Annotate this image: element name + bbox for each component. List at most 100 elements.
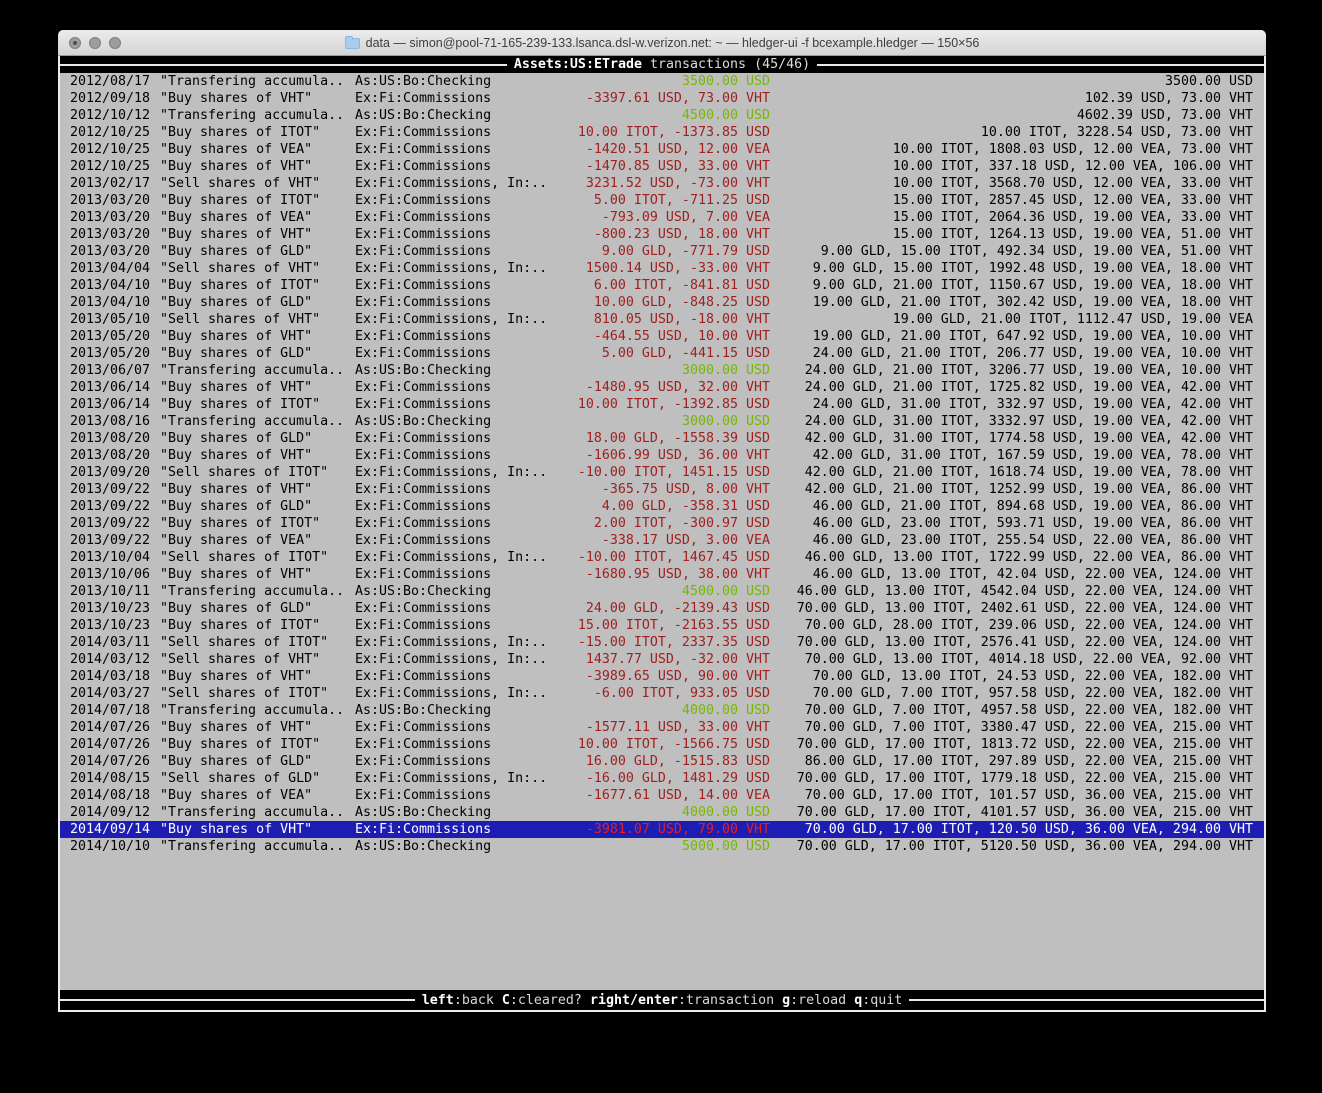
transaction-row[interactable]: 2013/09/22 "Buy shares of GLD" Ex:Fi:Com… bbox=[60, 498, 1264, 515]
cell-other-accounts: Ex:Fi:Commissions bbox=[355, 396, 555, 413]
transaction-row[interactable]: 2013/03/20 "Buy shares of VHT" Ex:Fi:Com… bbox=[60, 226, 1264, 243]
cell-other-accounts: Ex:Fi:Commissions bbox=[355, 209, 555, 226]
transaction-row[interactable]: 2013/06/07 "Transfering accumula.. As:US… bbox=[60, 362, 1264, 379]
transaction-row[interactable]: 2014/03/18 "Buy shares of VHT" Ex:Fi:Com… bbox=[60, 668, 1264, 685]
transaction-row[interactable]: 2013/10/11 "Transfering accumula.. As:US… bbox=[60, 583, 1264, 600]
transaction-row[interactable]: 2013/09/20 "Sell shares of ITOT" Ex:Fi:C… bbox=[60, 464, 1264, 481]
transaction-row[interactable]: 2012/10/25 "Buy shares of VEA" Ex:Fi:Com… bbox=[60, 141, 1264, 158]
transaction-row[interactable]: 2014/07/26 "Buy shares of GLD" Ex:Fi:Com… bbox=[60, 753, 1264, 770]
transaction-row[interactable]: 2013/10/04 "Sell shares of ITOT" Ex:Fi:C… bbox=[60, 549, 1264, 566]
transaction-row[interactable]: 2013/05/20 "Buy shares of GLD" Ex:Fi:Com… bbox=[60, 345, 1264, 362]
transaction-row[interactable]: 2013/06/14 "Buy shares of VHT" Ex:Fi:Com… bbox=[60, 379, 1264, 396]
transaction-row[interactable]: 2012/10/12 "Transfering accumula.. As:US… bbox=[60, 107, 1264, 124]
cell-other-accounts: Ex:Fi:Commissions, In:.. bbox=[355, 464, 555, 481]
transaction-row[interactable]: 2014/08/15 "Sell shares of GLD" Ex:Fi:Co… bbox=[60, 770, 1264, 787]
cell-description: "Buy shares of ITOT" bbox=[160, 192, 355, 209]
transaction-row[interactable]: 2013/08/16 "Transfering accumula.. As:US… bbox=[60, 413, 1264, 430]
transaction-row[interactable]: 2013/04/10 "Buy shares of ITOT" Ex:Fi:Co… bbox=[60, 277, 1264, 294]
cell-change-amount: 24.00 GLD, -2139.43 USD bbox=[555, 600, 770, 617]
transaction-row[interactable]: 2014/09/12 "Transfering accumula.. As:US… bbox=[60, 804, 1264, 821]
cell-description: "Buy shares of VEA" bbox=[160, 141, 355, 158]
cell-change-amount: -3989.65 USD, 90.00 VHT bbox=[555, 668, 770, 685]
transaction-row[interactable]: 2014/07/26 "Buy shares of VHT" Ex:Fi:Com… bbox=[60, 719, 1264, 736]
transaction-row[interactable]: 2014/03/12 "Sell shares of VHT" Ex:Fi:Co… bbox=[60, 651, 1264, 668]
key-hint: q:quit bbox=[854, 993, 902, 1008]
cell-balance: 86.00 GLD, 17.00 ITOT, 297.89 USD, 22.00… bbox=[770, 753, 1264, 770]
transaction-row[interactable]: 2013/04/10 "Buy shares of GLD" Ex:Fi:Com… bbox=[60, 294, 1264, 311]
cell-balance: 70.00 GLD, 13.00 ITOT, 4014.18 USD, 22.0… bbox=[770, 651, 1264, 668]
header-rule-left bbox=[60, 64, 507, 66]
header-text: Assets:US:ETrade transactions (45/46) bbox=[514, 56, 810, 73]
transaction-row[interactable]: 2013/03/20 "Buy shares of ITOT" Ex:Fi:Co… bbox=[60, 192, 1264, 209]
transaction-row[interactable]: 2013/05/10 "Sell shares of VHT" Ex:Fi:Co… bbox=[60, 311, 1264, 328]
transaction-row[interactable]: 2013/08/20 "Buy shares of VHT" Ex:Fi:Com… bbox=[60, 447, 1264, 464]
cell-description: "Buy shares of VHT" bbox=[160, 328, 355, 345]
cell-balance: 3500.00 USD bbox=[770, 73, 1264, 90]
transaction-row[interactable]: 2013/05/20 "Buy shares of VHT" Ex:Fi:Com… bbox=[60, 328, 1264, 345]
cell-other-accounts: Ex:Fi:Commissions, In:.. bbox=[355, 260, 555, 277]
close-button[interactable] bbox=[69, 37, 81, 49]
transaction-row[interactable]: 2012/10/25 "Buy shares of VHT" Ex:Fi:Com… bbox=[60, 158, 1264, 175]
cell-change-amount: 6.00 ITOT, -841.81 USD bbox=[555, 277, 770, 294]
cell-date: 2013/09/22 bbox=[60, 498, 160, 515]
cell-description: "Buy shares of GLD" bbox=[160, 600, 355, 617]
transaction-row[interactable]: 2012/08/17 "Transfering accumula.. As:US… bbox=[60, 73, 1264, 90]
cell-change-amount: -793.09 USD, 7.00 VEA bbox=[555, 209, 770, 226]
transaction-row[interactable]: 2012/10/25 "Buy shares of ITOT" Ex:Fi:Co… bbox=[60, 124, 1264, 141]
transaction-row[interactable]: 2013/03/20 "Buy shares of VEA" Ex:Fi:Com… bbox=[60, 209, 1264, 226]
transaction-row[interactable]: 2013/10/23 "Buy shares of ITOT" Ex:Fi:Co… bbox=[60, 617, 1264, 634]
transaction-row[interactable]: 2013/03/20 "Buy shares of GLD" Ex:Fi:Com… bbox=[60, 243, 1264, 260]
cell-description: "Buy shares of ITOT" bbox=[160, 515, 355, 532]
close-dot-icon bbox=[73, 41, 77, 45]
transaction-row[interactable]: 2013/09/22 "Buy shares of VHT" Ex:Fi:Com… bbox=[60, 481, 1264, 498]
cell-description: "Sell shares of VHT" bbox=[160, 260, 355, 277]
cell-change-amount: -1480.95 USD, 32.00 VHT bbox=[555, 379, 770, 396]
transaction-row[interactable]: 2013/08/20 "Buy shares of GLD" Ex:Fi:Com… bbox=[60, 430, 1264, 447]
transaction-row[interactable]: 2014/07/18 "Transfering accumula.. As:US… bbox=[60, 702, 1264, 719]
cell-date: 2014/08/18 bbox=[60, 787, 160, 804]
cell-description: "Buy shares of VEA" bbox=[160, 209, 355, 226]
title-bar[interactable]: data — simon@pool-71-165-239-133.lsanca.… bbox=[58, 30, 1266, 56]
cell-date: 2012/10/25 bbox=[60, 141, 160, 158]
transaction-row[interactable]: 2014/09/14 "Buy shares of VHT" Ex:Fi:Com… bbox=[60, 821, 1264, 838]
cell-date: 2012/10/25 bbox=[60, 158, 160, 175]
zoom-button[interactable] bbox=[109, 37, 121, 49]
transaction-row[interactable]: 2014/10/10 "Transfering accumula.. As:US… bbox=[60, 838, 1264, 855]
cell-description: "Sell shares of ITOT" bbox=[160, 549, 355, 566]
transaction-row[interactable]: 2013/09/22 "Buy shares of VEA" Ex:Fi:Com… bbox=[60, 532, 1264, 549]
cell-other-accounts: Ex:Fi:Commissions bbox=[355, 532, 555, 549]
cell-date: 2013/10/23 bbox=[60, 617, 160, 634]
cell-balance: 70.00 GLD, 17.00 ITOT, 5120.50 USD, 36.0… bbox=[770, 838, 1264, 855]
cell-change-amount: 10.00 ITOT, -1373.85 USD bbox=[555, 124, 770, 141]
transaction-row[interactable]: 2014/08/18 "Buy shares of VEA" Ex:Fi:Com… bbox=[60, 787, 1264, 804]
cell-other-accounts: As:US:Bo:Checking bbox=[355, 107, 555, 124]
transaction-row[interactable]: 2014/07/26 "Buy shares of ITOT" Ex:Fi:Co… bbox=[60, 736, 1264, 753]
cell-description: "Sell shares of ITOT" bbox=[160, 685, 355, 702]
cell-date: 2014/03/12 bbox=[60, 651, 160, 668]
transaction-row[interactable]: 2013/06/14 "Buy shares of ITOT" Ex:Fi:Co… bbox=[60, 396, 1264, 413]
key-hint: left:back bbox=[422, 993, 494, 1008]
cell-description: "Buy shares of VHT" bbox=[160, 379, 355, 396]
cell-change-amount: 4.00 GLD, -358.31 USD bbox=[555, 498, 770, 515]
transaction-row[interactable]: 2014/03/27 "Sell shares of ITOT" Ex:Fi:C… bbox=[60, 685, 1264, 702]
transaction-row[interactable]: 2013/10/23 "Buy shares of GLD" Ex:Fi:Com… bbox=[60, 600, 1264, 617]
cell-change-amount: 18.00 GLD, -1558.39 USD bbox=[555, 430, 770, 447]
transaction-row[interactable]: 2012/09/18 "Buy shares of VHT" Ex:Fi:Com… bbox=[60, 90, 1264, 107]
folder-icon bbox=[345, 38, 360, 49]
cell-other-accounts: Ex:Fi:Commissions bbox=[355, 124, 555, 141]
cell-balance: 10.00 ITOT, 337.18 USD, 12.00 VEA, 106.0… bbox=[770, 158, 1264, 175]
transaction-row[interactable]: 2014/03/11 "Sell shares of ITOT" Ex:Fi:C… bbox=[60, 634, 1264, 651]
cell-balance: 9.00 GLD, 21.00 ITOT, 1150.67 USD, 19.00… bbox=[770, 277, 1264, 294]
transaction-row[interactable]: 2013/10/06 "Buy shares of VHT" Ex:Fi:Com… bbox=[60, 566, 1264, 583]
cell-date: 2012/10/12 bbox=[60, 107, 160, 124]
cell-description: "Transfering accumula.. bbox=[160, 107, 355, 124]
cell-other-accounts: Ex:Fi:Commissions bbox=[355, 430, 555, 447]
transaction-row[interactable]: 2013/04/04 "Sell shares of VHT" Ex:Fi:Co… bbox=[60, 260, 1264, 277]
minimize-button[interactable] bbox=[89, 37, 101, 49]
cell-balance: 70.00 GLD, 13.00 ITOT, 2402.61 USD, 22.0… bbox=[770, 600, 1264, 617]
cell-date: 2013/10/11 bbox=[60, 583, 160, 600]
transaction-row[interactable]: 2013/09/22 "Buy shares of ITOT" Ex:Fi:Co… bbox=[60, 515, 1264, 532]
cell-change-amount: 4500.00 USD bbox=[555, 107, 770, 124]
transaction-row[interactable]: 2013/02/17 "Sell shares of VHT" Ex:Fi:Co… bbox=[60, 175, 1264, 192]
cell-balance: 24.00 GLD, 31.00 ITOT, 332.97 USD, 19.00… bbox=[770, 396, 1264, 413]
